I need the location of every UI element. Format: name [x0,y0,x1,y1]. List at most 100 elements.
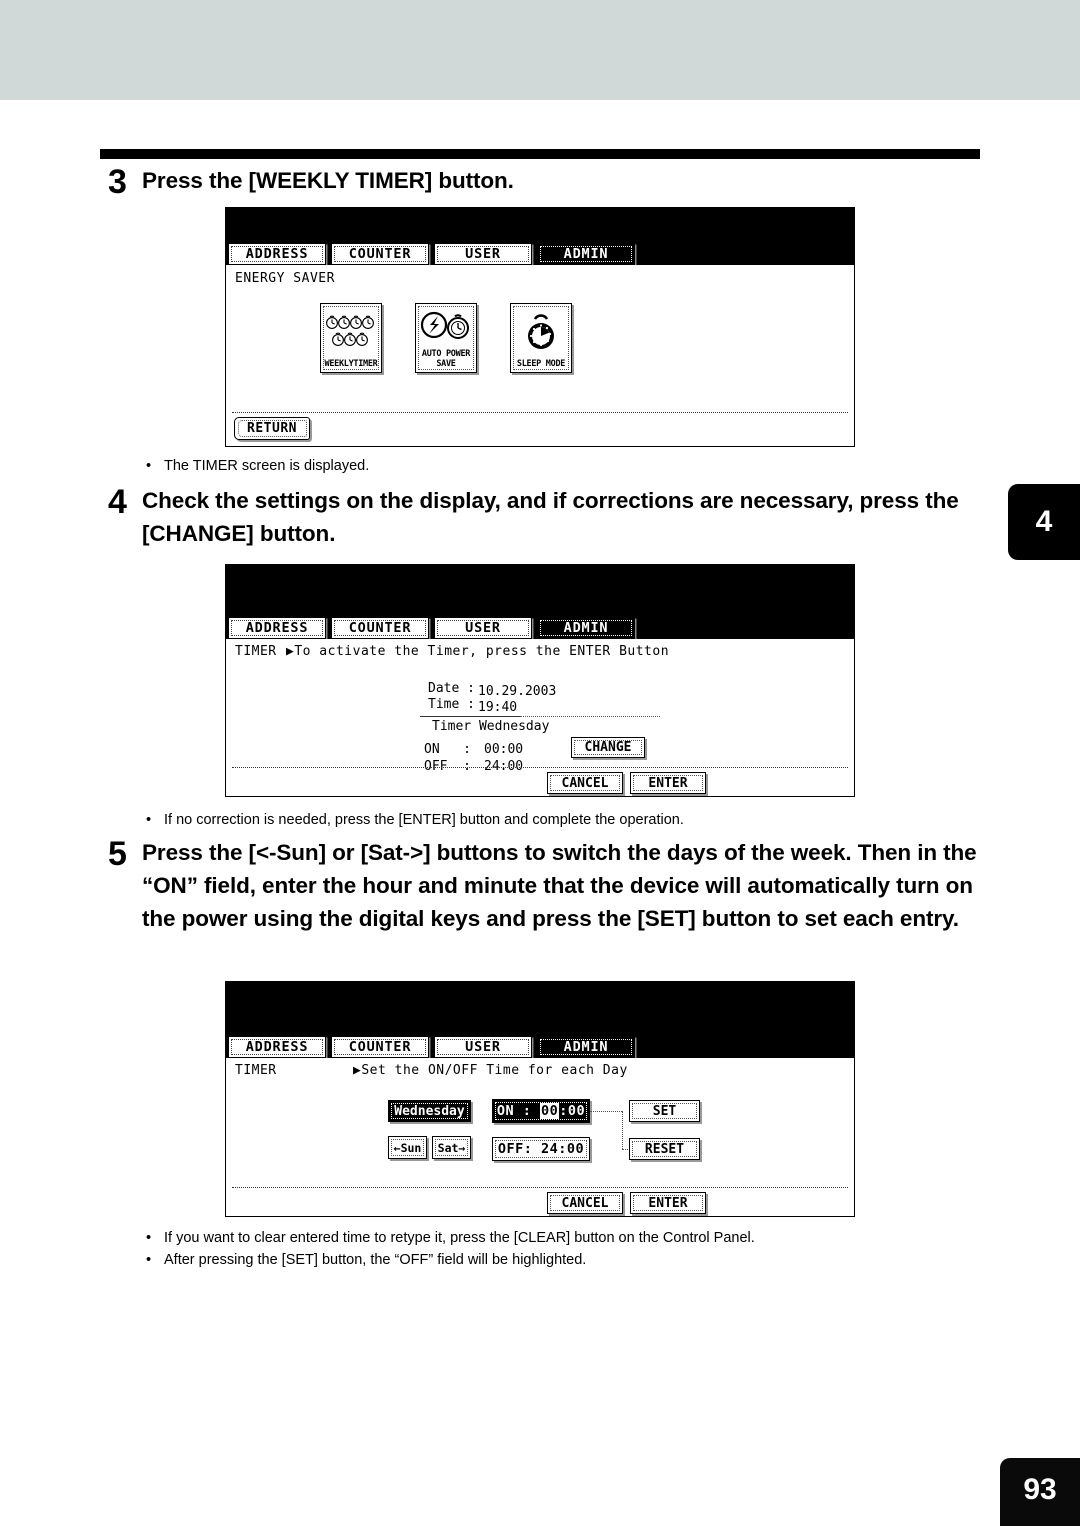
note-text: The TIMER screen is displayed. [164,458,370,474]
timer-screen-title: TIMER [235,644,277,659]
auto-power-save-button[interactable]: AUTO POWER SAVE [415,303,477,373]
on-field-prefix: ON : [496,1103,532,1119]
auto-power-save-caption: AUTO POWER SAVE [421,349,471,369]
time-value: 19:40 [478,700,518,715]
tab-user[interactable]: USER [434,617,532,639]
timer-edit-title: TIMER [235,1063,277,1078]
tab-address-label: ADDRESS [245,620,309,636]
tab-address[interactable]: ADDRESS [228,1036,326,1058]
step-4: 4 Check the settings on the display, and… [108,484,978,550]
chapter-side-tab: 4 [1008,484,1080,560]
lcd2-separator [232,767,848,768]
timer-edit-instruction: ▶Set the ON/OFF Time for each Day [353,1063,628,1078]
note-bullet: • [146,1230,152,1246]
page-header-band [0,0,1080,100]
off-field-prefix: OFF: [497,1141,533,1157]
note-text: If no correction is needed, press the [E… [164,812,684,828]
cancel-button[interactable]: CANCEL [547,1192,623,1214]
tab-admin-label: ADMIN [563,246,609,262]
tab-admin-label: ADMIN [563,620,609,636]
tab-user-label: USER [465,620,501,636]
lcd1-separator [232,412,848,413]
off-hour-value: 24 [540,1141,559,1157]
note-bullet: • [146,812,152,828]
lcd3-separator [232,1187,848,1188]
on-hour-value: 00 [539,1103,560,1119]
lcd3-titlebar: ADDRESS COUNTER USER ADMIN [226,982,854,1058]
on-time-separator: : [559,1103,568,1119]
step-3-text: Press the [WEEKLY TIMER] button. [142,168,514,193]
timer-instruction: ▶To activate the Timer, press the ENTER … [286,644,670,659]
reset-button[interactable]: RESET [629,1138,700,1160]
lcd1-tab-strip: ADDRESS COUNTER USER ADMIN [226,243,635,265]
step-4-number: 4 [108,483,127,521]
time-label: Time : [428,697,475,712]
step-5-number: 5 [108,835,127,873]
step-3-number: 3 [108,163,127,201]
step-3: 3 Press the [WEEKLY TIMER] button. [108,164,968,200]
on-label: ON : [424,742,471,757]
next-day-label: Sat→ [437,1140,466,1155]
field-dotted-extension [520,716,660,717]
date-value: 10.29.2003 [478,684,557,699]
tab-counter-label: COUNTER [348,246,412,262]
prev-day-sun-button[interactable]: ←Sun [388,1136,427,1159]
tab-user-label: USER [465,1039,501,1055]
tab-admin-label: ADMIN [563,1039,609,1055]
sleep-mode-button[interactable]: SLEEP MODE [510,303,572,373]
section-rule [100,149,980,159]
lcd-screen-timer-edit: ADDRESS COUNTER USER ADMIN TIMER ▶Set th… [225,981,855,1217]
on-value: 00:00 [484,742,524,757]
note-bullet: • [146,458,152,474]
change-button[interactable]: CHANGE [571,737,645,758]
note-clear-entered-time: • If you want to clear entered time to re… [146,1227,755,1249]
tab-address[interactable]: ADDRESS [228,617,326,639]
tab-address[interactable]: ADDRESS [228,243,326,265]
on-time-field[interactable]: ON : 00:00 [492,1099,590,1123]
lcd2-body: TIMER ▶To activate the Timer, press the … [226,639,854,796]
tab-admin[interactable]: ADMIN [537,617,635,639]
enter-button[interactable]: ENTER [630,772,706,794]
page-number-tab: 93 [1000,1458,1080,1526]
off-minute-value: 00 [566,1141,585,1157]
note-text: If you want to clear entered time to ret… [164,1230,755,1246]
tab-address-label: ADDRESS [245,246,309,262]
lcd1-titlebar: ADDRESS COUNTER USER ADMIN [226,208,854,265]
off-time-field[interactable]: OFF: 24:00 [492,1137,590,1161]
off-time-separator: : [558,1141,567,1157]
tab-counter-label: COUNTER [348,620,412,636]
enter-button[interactable]: ENTER [630,1192,706,1214]
tab-counter[interactable]: COUNTER [331,1036,429,1058]
tab-counter[interactable]: COUNTER [331,243,429,265]
note-timer-screen-displayed: • The TIMER screen is displayed. [146,455,369,477]
lcd2-tab-strip: ADDRESS COUNTER USER ADMIN [226,617,635,639]
connector-vertical [622,1111,623,1149]
cancel-button[interactable]: CANCEL [547,772,623,794]
auto-power-save-icon [416,304,476,350]
sleep-mode-caption: SLEEP MODE [516,358,566,369]
step-5: 5 Press the [<-Sun] or [Sat->] buttons t… [108,836,988,935]
step-4-text: Check the settings on the display, and i… [142,488,959,546]
timer-day-value: Timer Wednesday [432,719,550,734]
tab-counter[interactable]: COUNTER [331,617,429,639]
lcd-screen-timer-overview: ADDRESS COUNTER USER ADMIN TIMER ▶To act… [225,564,855,797]
next-day-sat-button[interactable]: Sat→ [432,1136,471,1159]
connector-on-to-set [590,1111,622,1112]
tab-user-label: USER [465,246,501,262]
return-button[interactable]: RETURN [234,417,310,440]
tab-admin[interactable]: ADMIN [537,1036,635,1058]
step-5-text: Press the [<-Sun] or [Sat->] buttons to … [142,840,977,931]
weekly-timer-icon [321,304,381,360]
tab-user[interactable]: USER [434,1036,532,1058]
set-button[interactable]: SET [629,1100,700,1122]
lcd1-body: ENERGY SAVER WEEKLYTIMER AUTO POWER SAVE… [226,265,854,446]
tab-counter-label: COUNTER [348,1039,412,1055]
energy-saver-title: ENERGY SAVER [235,271,335,286]
weekly-timer-button[interactable]: WEEKLYTIMER [320,303,382,373]
tab-admin[interactable]: ADMIN [537,243,635,265]
sleep-mode-icon [511,304,571,360]
field-underline [420,716,520,717]
lcd3-body: TIMER ▶Set the ON/OFF Time for each Day … [226,1058,854,1216]
note-no-correction: • If no correction is needed, press the [… [146,809,684,831]
tab-user[interactable]: USER [434,243,532,265]
